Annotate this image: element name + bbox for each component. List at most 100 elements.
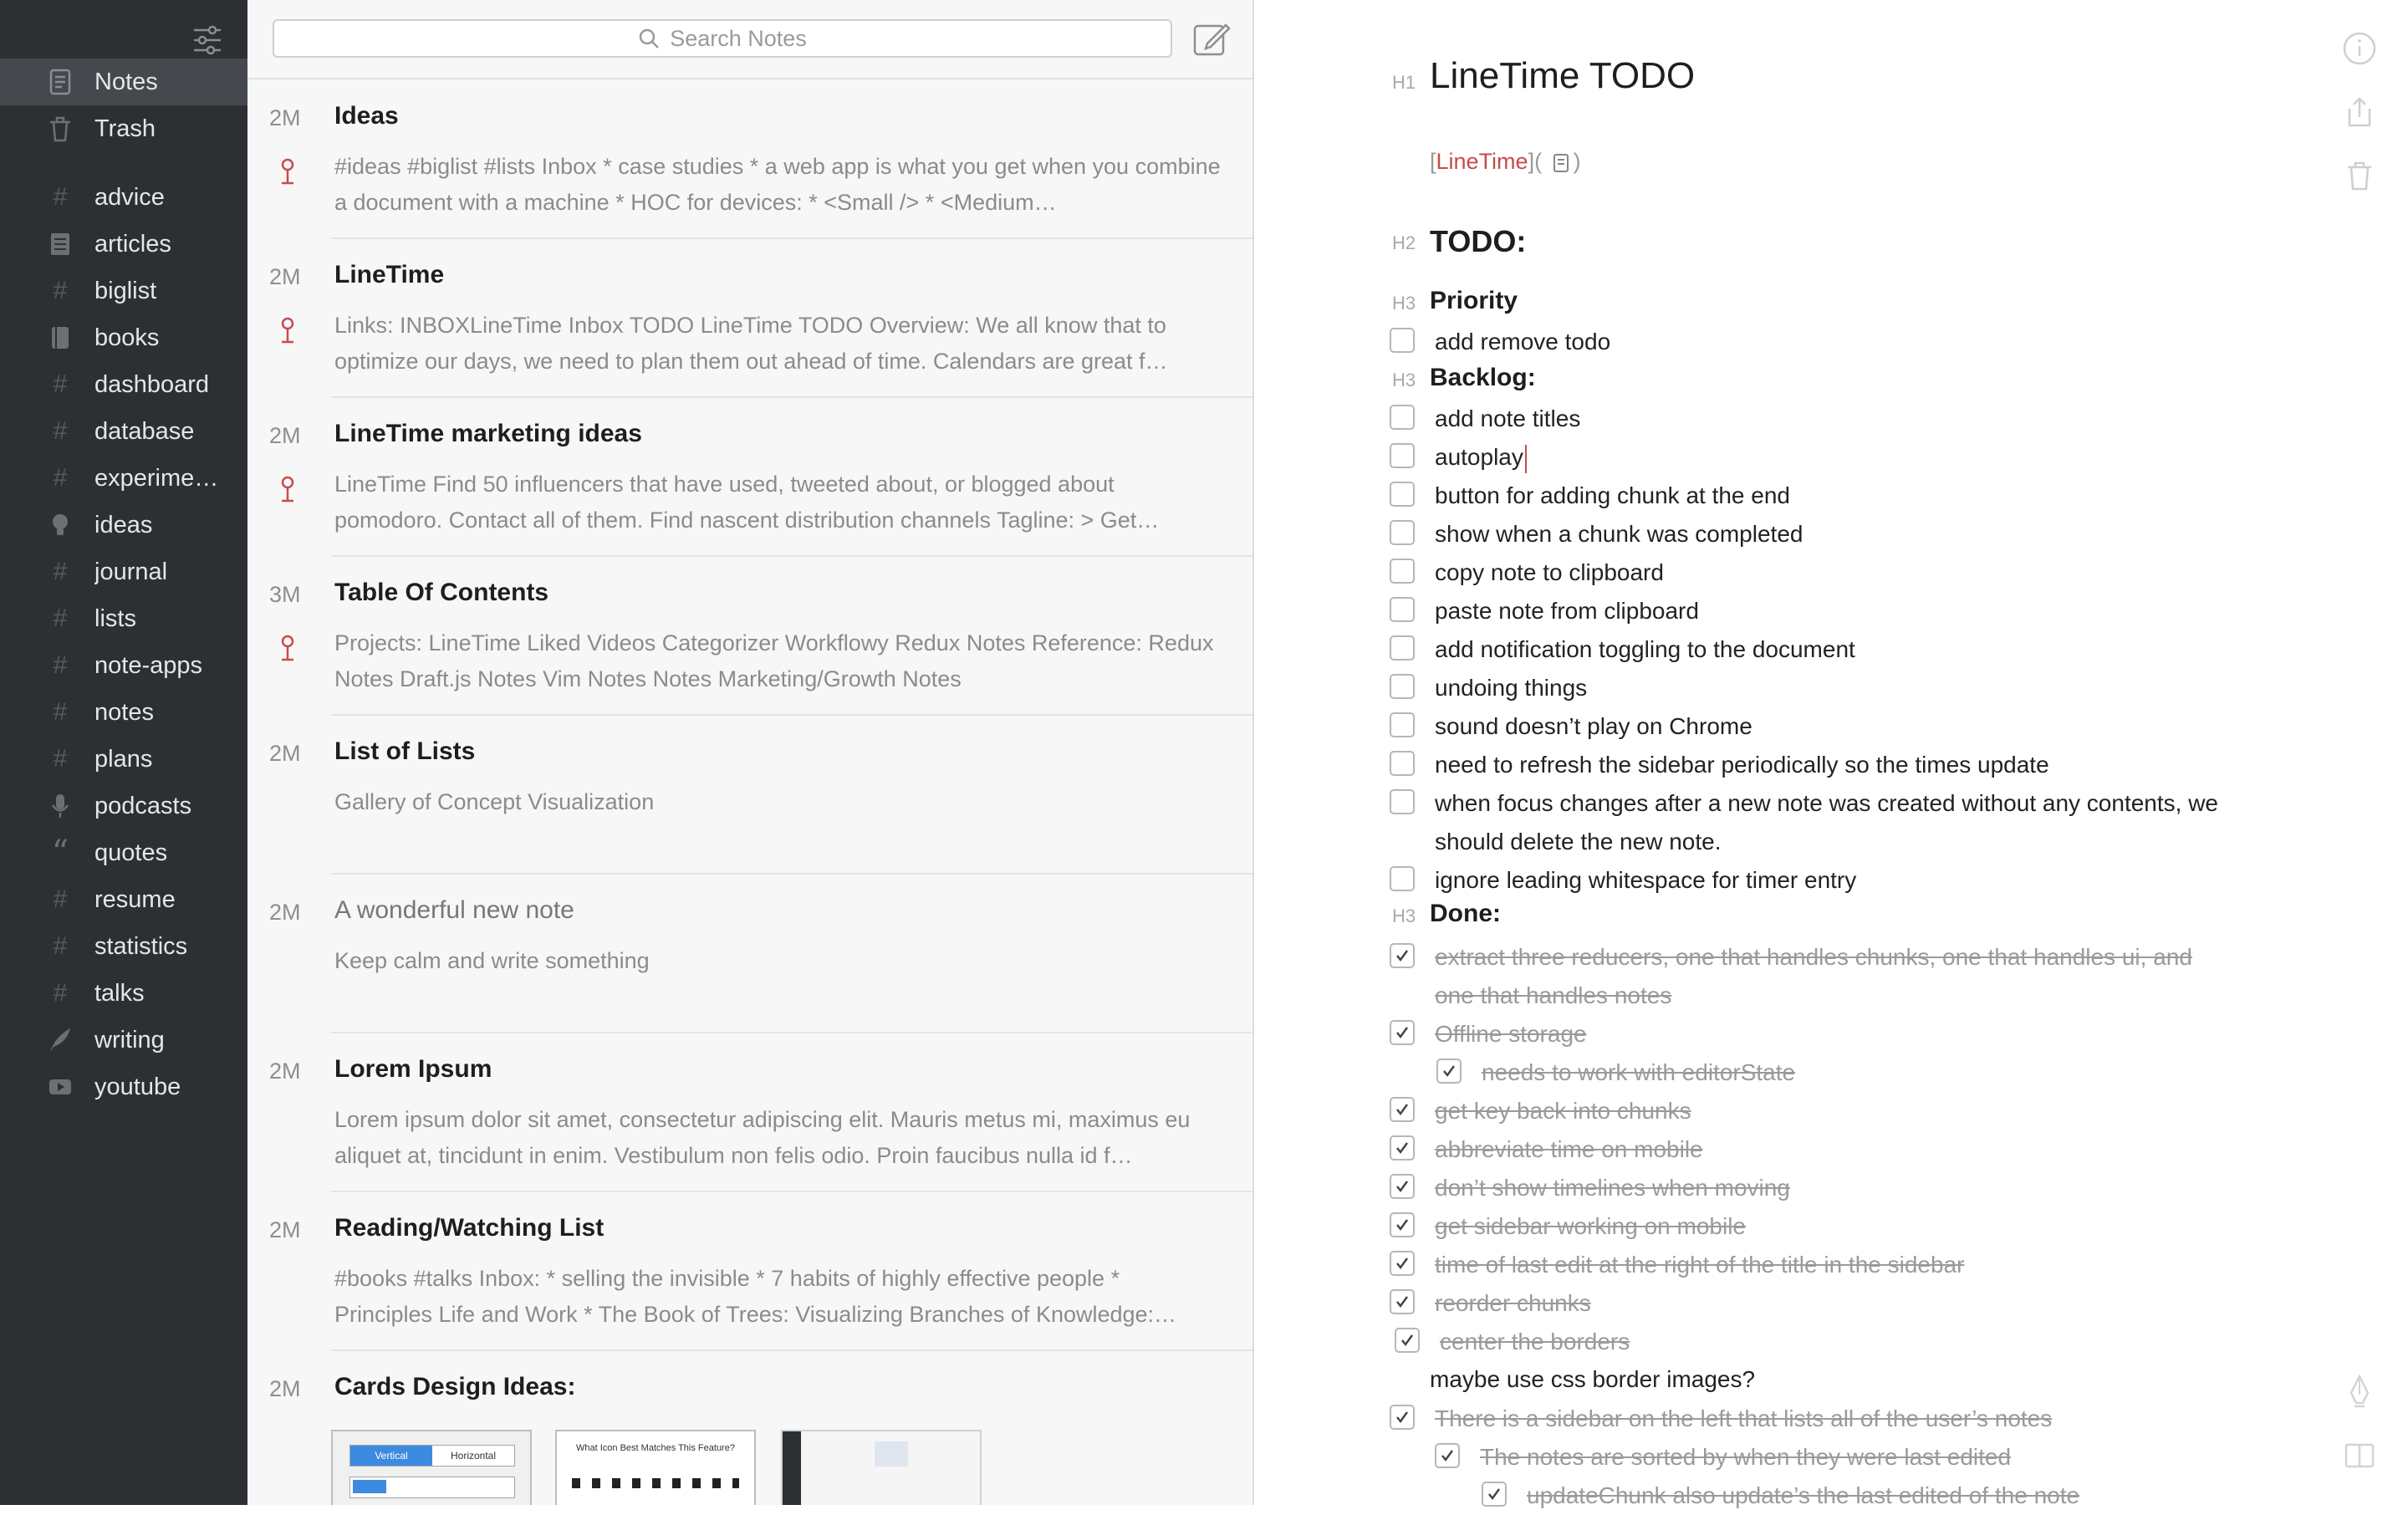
todo-text[interactable]: add notification toggling to the documen…	[1435, 630, 2254, 669]
checkbox-checked[interactable]	[1436, 1058, 1462, 1084]
todo-item[interactable]: autoplay	[1390, 438, 2254, 477]
todo-text[interactable]: undoing things	[1435, 669, 2254, 707]
checkbox[interactable]	[1390, 328, 1415, 353]
filter-settings-icon[interactable]	[191, 23, 224, 57]
todo-text[interactable]: get key back into chunks	[1435, 1092, 2271, 1130]
todo-text[interactable]: paste note from clipboard	[1435, 592, 2254, 630]
sidebar-item-podcasts[interactable]: podcasts	[0, 783, 247, 829]
todo-text[interactable]: when focus changes after a new note was …	[1435, 784, 2254, 861]
todo-text[interactable]: There is a sidebar on the left that list…	[1435, 1400, 2271, 1438]
checkbox[interactable]	[1390, 866, 1415, 891]
todo-text[interactable]: get sidebar working on mobile	[1435, 1207, 2271, 1246]
book-view-icon[interactable]	[2341, 1438, 2378, 1475]
checkbox[interactable]	[1390, 635, 1415, 661]
sidebar-item-notes[interactable]: Notes	[0, 59, 247, 105]
document-link[interactable]: [LineTime]( )	[1430, 149, 1581, 175]
checkbox[interactable]	[1390, 674, 1415, 699]
todo-item[interactable]: Offline storage	[1390, 1015, 2271, 1053]
checkbox-checked[interactable]	[1390, 1251, 1415, 1276]
todo-item[interactable]: get sidebar working on mobile	[1390, 1207, 2271, 1246]
checkbox-checked[interactable]	[1390, 943, 1415, 968]
note-list-item[interactable]: 2M Lorem Ipsum Lorem ipsum dolor sit amet,…	[247, 1033, 1252, 1192]
sidebar-item-talks[interactable]: # talks	[0, 970, 247, 1017]
checkbox[interactable]	[1390, 405, 1415, 430]
todo-text[interactable]: sound doesn’t play on Chrome	[1435, 707, 2254, 746]
todo-item[interactable]: The notes are sorted by when they were l…	[1435, 1438, 2316, 1477]
todo-item[interactable]: button for adding chunk at the end	[1390, 477, 2254, 515]
share-icon[interactable]	[2341, 94, 2378, 130]
sidebar-item-youtube[interactable]: youtube	[0, 1064, 247, 1110]
todo-item[interactable]: sound doesn’t play on Chrome	[1390, 707, 2254, 746]
note-line[interactable]: maybe use css border images?	[1430, 1366, 1755, 1393]
todo-item[interactable]: extract three reducers, one that handles…	[1390, 938, 2237, 1015]
note-list-item[interactable]: 2M Reading/Watching List #books #talks Inb…	[247, 1192, 1252, 1351]
todo-item[interactable]: need to refresh the sidebar periodically…	[1390, 746, 2254, 784]
sidebar-item-statistics[interactable]: # statistics	[0, 923, 247, 970]
todo-item[interactable]: undoing things	[1390, 669, 2254, 707]
todo-item[interactable]: don’t show timelines when moving	[1390, 1169, 2271, 1207]
todo-item[interactable]: time of last edit at the right of the ti…	[1390, 1246, 2271, 1284]
checkbox-checked[interactable]	[1395, 1328, 1420, 1353]
card-thumbnail-3[interactable]	[781, 1430, 982, 1505]
checkbox-checked[interactable]	[1390, 1405, 1415, 1430]
todo-item[interactable]: center the borders	[1395, 1323, 2276, 1361]
editor[interactable]: H1 LineTime TODO [LineTime]( ) H2 TODO: …	[1254, 0, 2408, 1508]
checkbox-checked[interactable]	[1390, 1135, 1415, 1160]
todo-text[interactable]: The notes are sorted by when they were l…	[1480, 1438, 2316, 1477]
sidebar-item-articles[interactable]: articles	[0, 221, 247, 268]
note-list-item[interactable]: 2M A wonderful new note Keep calm and writ…	[247, 875, 1252, 1033]
todo-text[interactable]: time of last edit at the right of the ti…	[1435, 1246, 2271, 1284]
todo-item[interactable]: add remove todo	[1390, 323, 2237, 361]
todo-text[interactable]: center the borders	[1440, 1323, 2276, 1361]
todo-text[interactable]: add remove todo	[1435, 323, 2237, 361]
checkbox[interactable]	[1390, 520, 1415, 545]
checkbox[interactable]	[1390, 789, 1415, 814]
sidebar-item-quotes[interactable]: “ quotes	[0, 829, 247, 876]
pin-icon[interactable]	[278, 316, 298, 346]
todo-text[interactable]: need to refresh the sidebar periodically…	[1435, 746, 2254, 784]
pen-icon[interactable]	[2341, 1373, 2378, 1410]
pin-icon[interactable]	[278, 634, 298, 664]
note-list-item[interactable]: 2M LineTime marketing ideas LineTime Find …	[247, 398, 1252, 557]
checkbox-checked[interactable]	[1390, 1212, 1415, 1237]
note-list-item[interactable]: 3M Table Of Contents Projects: LineTime Li…	[247, 557, 1252, 716]
checkbox[interactable]	[1390, 482, 1415, 507]
checkbox[interactable]	[1390, 443, 1415, 468]
checkbox-checked[interactable]	[1390, 1174, 1415, 1199]
sidebar-item-trash[interactable]: Trash	[0, 105, 247, 152]
todo-text[interactable]: ignore leading whitespace for timer entr…	[1435, 861, 2254, 900]
sidebar-item-books[interactable]: books	[0, 314, 247, 361]
card-thumbnail-2[interactable]: What Icon Best Matches This Feature?	[555, 1430, 756, 1505]
sidebar-item-writing[interactable]: writing	[0, 1017, 247, 1064]
todo-item[interactable]: get key back into chunks	[1390, 1092, 2271, 1130]
card-thumbnail-1[interactable]: Vertical Horizontal	[331, 1430, 532, 1505]
todo-item[interactable]: when focus changes after a new note was …	[1390, 784, 2254, 861]
link-text[interactable]: LineTime	[1436, 149, 1528, 174]
note-list-item[interactable]: 2M LineTime Links: INBOXLineTime Inbox TOD…	[247, 239, 1252, 398]
checkbox[interactable]	[1390, 559, 1415, 584]
sidebar-item-note-apps[interactable]: # note-apps	[0, 642, 247, 689]
todo-item[interactable]: abbreviate time on mobile	[1390, 1130, 2271, 1169]
checkbox-checked[interactable]	[1390, 1097, 1415, 1122]
todo-item[interactable]: copy note to clipboard	[1390, 553, 2254, 592]
document-title[interactable]: LineTime TODO	[1430, 55, 1695, 97]
sidebar-item-advice[interactable]: # advice	[0, 174, 247, 221]
todo-item[interactable]: updateChunk also update’s the last edite…	[1482, 1477, 2363, 1515]
sidebar-item-lists[interactable]: # lists	[0, 595, 247, 642]
todo-item[interactable]: add note titles	[1390, 400, 2254, 438]
checkbox-checked[interactable]	[1482, 1482, 1507, 1507]
checkbox-checked[interactable]	[1390, 1020, 1415, 1045]
sidebar-item-resume[interactable]: # resume	[0, 876, 247, 923]
todo-text[interactable]: copy note to clipboard	[1435, 553, 2254, 592]
new-note-button[interactable]	[1192, 20, 1231, 59]
todo-text[interactable]: needs to work with editorState	[1482, 1053, 2318, 1092]
sidebar-item-journal[interactable]: # journal	[0, 548, 247, 595]
todo-item[interactable]: paste note from clipboard	[1390, 592, 2254, 630]
search-input[interactable]: Search Notes	[273, 19, 1172, 58]
todo-item[interactable]: show when a chunk was completed	[1390, 515, 2254, 553]
sidebar-item-dashboard[interactable]: # dashboard	[0, 361, 247, 408]
note-list-item[interactable]: 2M List of Lists Gallery of Concept Visual…	[247, 716, 1252, 875]
sidebar-item-notes[interactable]: # notes	[0, 689, 247, 736]
info-icon[interactable]	[2341, 30, 2378, 67]
delete-icon[interactable]	[2341, 157, 2378, 194]
